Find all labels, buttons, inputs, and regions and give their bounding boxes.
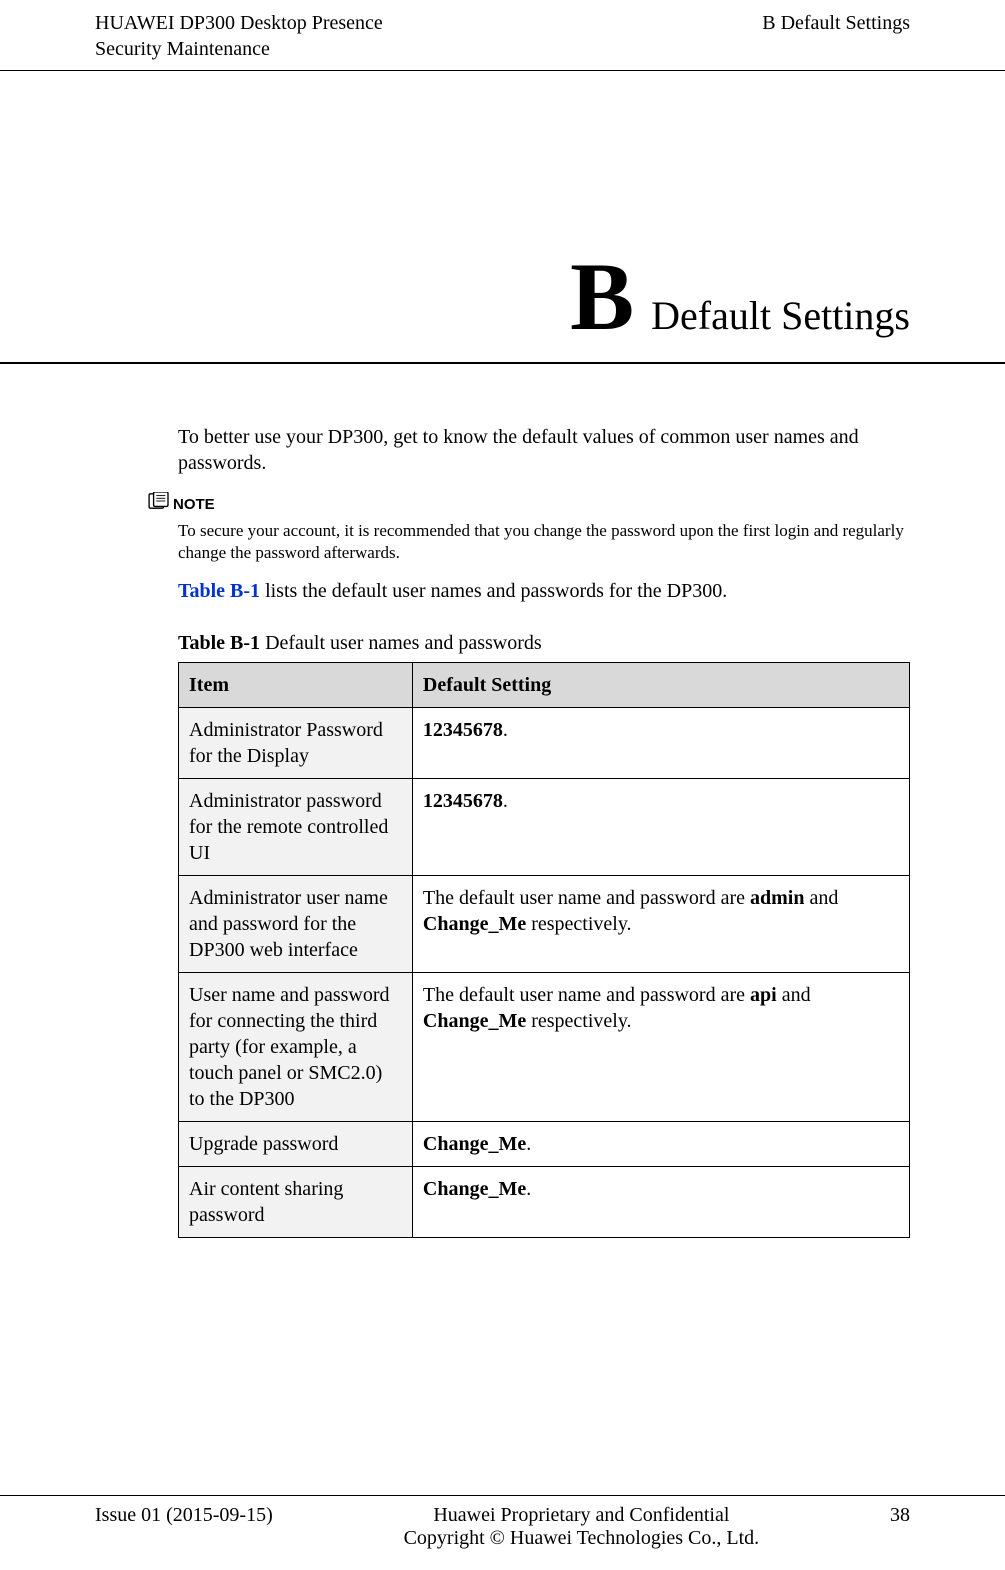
table-cell-setting: The default user name and password are a…	[412, 876, 909, 973]
note-header: NOTE	[148, 492, 910, 516]
table-reference-text: lists the default user names and passwor…	[260, 580, 727, 602]
header-right: B Default Settings	[762, 10, 910, 36]
footer-issue: Issue 01 (2015-09-15)	[95, 1504, 273, 1527]
header-left: HUAWEI DP300 Desktop Presence Security M…	[95, 10, 383, 62]
chapter-heading: B Default Settings	[0, 71, 1005, 364]
table-header-row: Item Default Setting	[179, 663, 910, 708]
note-block: NOTE To secure your account, it is recom…	[178, 492, 910, 564]
footer-copyright: Copyright © Huawei Technologies Co., Ltd…	[273, 1527, 890, 1550]
table-caption: Table B-1 Default user names and passwor…	[178, 630, 910, 656]
table-cell-item: Administrator user name and password for…	[179, 876, 413, 973]
footer-center: Huawei Proprietary and Confidential Copy…	[273, 1504, 890, 1550]
footer-proprietary: Huawei Proprietary and Confidential	[273, 1504, 890, 1527]
table-cell-item: Administrator password for the remote co…	[179, 779, 413, 876]
table-row: User name and password for connecting th…	[179, 973, 910, 1122]
intro-paragraph: To better use your DP300, get to know th…	[178, 424, 910, 476]
table-row: Administrator Password for the Display 1…	[179, 708, 910, 779]
page-header: HUAWEI DP300 Desktop Presence Security M…	[0, 0, 1005, 71]
table-caption-text: Default user names and passwords	[260, 632, 542, 654]
table-cell-setting: The default user name and password are a…	[412, 973, 909, 1122]
chapter-title: Default Settings	[651, 292, 910, 339]
page-footer: Issue 01 (2015-09-15) Huawei Proprietary…	[0, 1495, 1005, 1550]
note-text: To secure your account, it is recommende…	[178, 520, 910, 564]
product-name-line2: Security Maintenance	[95, 36, 383, 62]
table-header-item: Item	[179, 663, 413, 708]
product-name-line1: HUAWEI DP300 Desktop Presence	[95, 10, 383, 36]
footer-page-number: 38	[890, 1504, 910, 1527]
table-cell-item: Air content sharing password	[179, 1167, 413, 1238]
note-label: NOTE	[173, 496, 215, 513]
table-row: Administrator password for the remote co…	[179, 779, 910, 876]
table-row: Administrator user name and password for…	[179, 876, 910, 973]
table-row: Upgrade password Change_Me.	[179, 1122, 910, 1167]
table-cell-setting: 12345678.	[412, 779, 909, 876]
table-cell-setting: Change_Me.	[412, 1167, 909, 1238]
table-reference-paragraph: Table B-1 lists the default user names a…	[178, 578, 910, 604]
content-body: To better use your DP300, get to know th…	[0, 424, 1005, 1238]
table-caption-number: Table B-1	[178, 632, 260, 654]
table-cell-item: Administrator Password for the Display	[179, 708, 413, 779]
defaults-table: Item Default Setting Administrator Passw…	[178, 662, 910, 1238]
table-cell-setting: 12345678.	[412, 708, 909, 779]
header-section: B Default Settings	[762, 10, 910, 36]
table-row: Air content sharing password Change_Me.	[179, 1167, 910, 1238]
table-reference-link[interactable]: Table B-1	[178, 580, 260, 602]
table-cell-item: Upgrade password	[179, 1122, 413, 1167]
table-cell-setting: Change_Me.	[412, 1122, 909, 1167]
table-cell-item: User name and password for connecting th…	[179, 973, 413, 1122]
note-icon	[148, 492, 170, 516]
table-header-setting: Default Setting	[412, 663, 909, 708]
chapter-letter: B	[570, 241, 634, 352]
